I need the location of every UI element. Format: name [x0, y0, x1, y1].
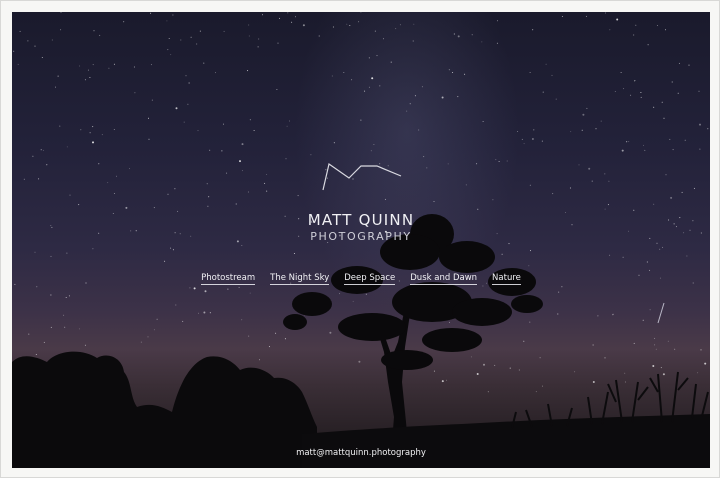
nav-link-nature[interactable]: Nature	[492, 273, 521, 285]
mountain-peaks-logo-icon[interactable]	[321, 160, 403, 204]
nav-link-dusk-and-dawn[interactable]: Dusk and Dawn	[410, 273, 478, 285]
nav-link-photostream[interactable]: Photostream	[201, 273, 256, 285]
shooting-star	[657, 302, 665, 324]
site-title[interactable]: MATT QUINN	[12, 211, 710, 229]
nav-link-deep-space[interactable]: Deep Space	[344, 273, 396, 285]
main-navigation: Photostream The Night Sky Deep Space Dus…	[12, 273, 710, 285]
page-frame: MATT QUINN PHOTOGRAPHY Photostream The N…	[0, 0, 720, 478]
contact-email-link[interactable]: matt@mattquinn.photography	[12, 448, 710, 458]
site-subtitle: PHOTOGRAPHY	[310, 230, 412, 243]
nav-link-night-sky[interactable]: The Night Sky	[270, 273, 330, 285]
night-sky-hero: MATT QUINN PHOTOGRAPHY Photostream The N…	[12, 12, 710, 468]
grass-field-silhouette	[302, 414, 710, 468]
